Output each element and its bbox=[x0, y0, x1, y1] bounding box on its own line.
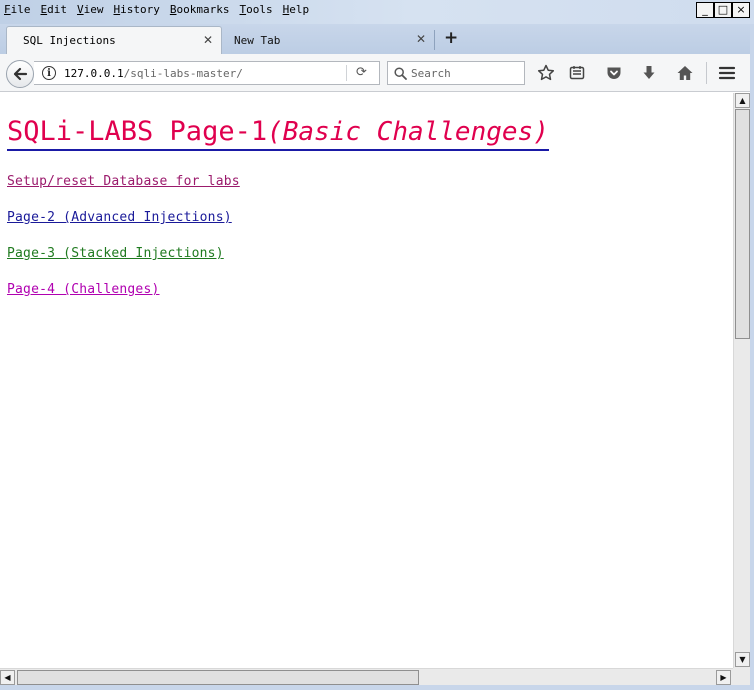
heading-main: SQLi-LABS Page-1 bbox=[7, 116, 268, 147]
maximize-button[interactable]: □ bbox=[714, 2, 732, 18]
vertical-scrollbar[interactable]: ▲ ▼ bbox=[733, 93, 750, 668]
vertical-scroll-thumb[interactable] bbox=[735, 109, 750, 339]
new-tab-button[interactable]: + bbox=[444, 28, 458, 48]
back-button[interactable] bbox=[6, 60, 34, 88]
link-page-4[interactable]: Page-4 (Challenges) bbox=[7, 282, 160, 297]
search-placeholder: Search bbox=[411, 66, 451, 80]
menu-help[interactable]: Help bbox=[279, 0, 314, 20]
back-arrow-icon bbox=[13, 67, 28, 81]
tab-strip: SQL Injections ✕ New Tab ✕ bbox=[0, 24, 754, 54]
scrollbar-corner bbox=[733, 668, 750, 685]
reload-icon[interactable]: ⟳ bbox=[356, 65, 367, 80]
scroll-left-icon[interactable]: ◀ bbox=[0, 670, 15, 685]
site-info-icon[interactable]: i bbox=[42, 66, 56, 80]
url-text[interactable]: 127.0.0.1/sqli-labs-master/ bbox=[64, 67, 243, 80]
home-icon[interactable] bbox=[675, 63, 695, 83]
url-separator bbox=[346, 65, 347, 81]
navigation-bar: i 127.0.0.1/sqli-labs-master/ ⟳ Search bbox=[0, 54, 754, 92]
close-tab-icon[interactable]: ✕ bbox=[203, 33, 213, 47]
pocket-icon[interactable] bbox=[604, 63, 624, 83]
url-host: 127.0.0.1 bbox=[64, 66, 124, 80]
tab-sql-injections[interactable]: SQL Injections ✕ bbox=[6, 26, 222, 54]
menu-file[interactable]: File bbox=[0, 0, 35, 20]
bookmark-star-icon[interactable] bbox=[536, 63, 556, 83]
tab-label: New Tab bbox=[234, 33, 281, 47]
menu-bookmarks[interactable]: Bookmarks bbox=[166, 0, 234, 20]
toolbar-divider bbox=[706, 62, 707, 84]
search-bar[interactable]: Search bbox=[387, 61, 525, 85]
menu-history[interactable]: History bbox=[110, 0, 164, 20]
hamburger-menu-icon[interactable] bbox=[717, 63, 737, 83]
window-controls: _ □ × bbox=[696, 2, 750, 18]
url-bar[interactable]: i 127.0.0.1/sqli-labs-master/ ⟳ bbox=[34, 61, 380, 85]
link-page-3[interactable]: Page-3 (Stacked Injections) bbox=[7, 246, 224, 261]
reading-list-icon[interactable] bbox=[567, 63, 587, 83]
tab-label: SQL Injections bbox=[23, 34, 116, 47]
menu-bar: File Edit View History Bookmarks Tools H… bbox=[0, 0, 315, 20]
heading-sub: (Basic Challenges) bbox=[267, 117, 549, 147]
downloads-icon[interactable] bbox=[639, 63, 659, 83]
tab-divider bbox=[434, 30, 435, 50]
window-border bbox=[750, 24, 754, 690]
url-path: /sqli-labs-master/ bbox=[123, 66, 243, 80]
link-setup-reset-database[interactable]: Setup/reset Database for labs bbox=[7, 174, 240, 189]
scroll-up-icon[interactable]: ▲ bbox=[735, 93, 750, 108]
horizontal-scroll-thumb[interactable] bbox=[17, 670, 419, 685]
menu-view[interactable]: View bbox=[73, 0, 108, 20]
page-heading: SQLi-LABS Page-1(Basic Challenges) bbox=[7, 115, 549, 151]
scroll-down-icon[interactable]: ▼ bbox=[735, 652, 750, 667]
search-icon bbox=[394, 66, 407, 80]
page-content: SQLi-LABS Page-1(Basic Challenges) Setup… bbox=[0, 93, 733, 667]
tab-new-tab[interactable]: New Tab ✕ bbox=[226, 26, 434, 54]
minimize-button[interactable]: _ bbox=[696, 2, 714, 18]
scroll-right-icon[interactable]: ▶ bbox=[716, 670, 731, 685]
close-window-button[interactable]: × bbox=[732, 2, 750, 18]
horizontal-scrollbar[interactable]: ◀ ▶ bbox=[0, 668, 733, 685]
title-bar: File Edit View History Bookmarks Tools H… bbox=[0, 0, 754, 24]
menu-edit[interactable]: Edit bbox=[37, 0, 72, 20]
menu-tools[interactable]: Tools bbox=[235, 0, 276, 20]
close-tab-icon[interactable]: ✕ bbox=[416, 32, 426, 46]
window-border bbox=[0, 685, 754, 690]
link-page-2[interactable]: Page-2 (Advanced Injections) bbox=[7, 210, 232, 225]
